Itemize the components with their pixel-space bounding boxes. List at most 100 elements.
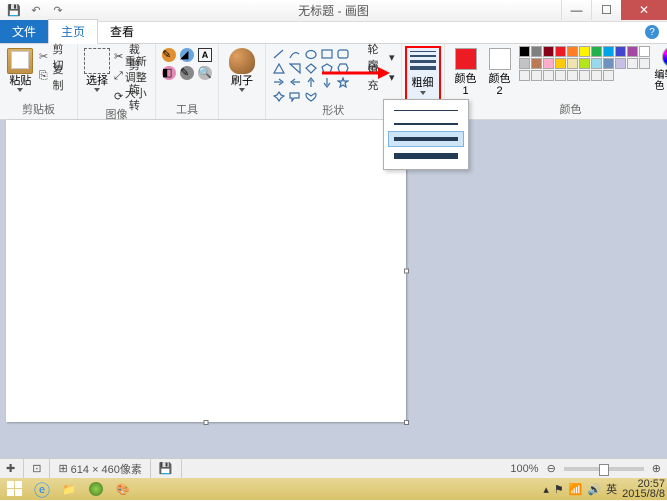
copy-icon: ⎘ [39, 70, 51, 84]
brush-button[interactable]: 刷子 [225, 46, 259, 92]
color-swatch[interactable] [519, 46, 530, 57]
color-swatch[interactable] [519, 58, 530, 69]
picker-icon[interactable]: ✎ [180, 66, 194, 80]
text-icon[interactable]: A [198, 48, 212, 62]
paste-button[interactable]: 粘贴 [6, 46, 35, 92]
magnifier-icon[interactable]: 🔍 [198, 66, 212, 80]
undo-icon[interactable]: ↶ [26, 2, 46, 20]
select-button[interactable]: 选择 [84, 46, 110, 92]
group-clipboard: 粘贴 ✂剪切 ⎘复制 剪贴板 [0, 44, 78, 119]
color-swatch[interactable] [639, 46, 650, 57]
brush-icon [229, 48, 255, 74]
color-swatch[interactable] [543, 70, 554, 81]
dims-icon: ⊞ [58, 462, 67, 475]
edit-colors-button[interactable]: 编辑颜色 [655, 46, 667, 92]
copy-button[interactable]: ⎘复制 [39, 68, 71, 86]
color-wheel-icon [662, 46, 667, 68]
workspace [0, 120, 667, 478]
close-button[interactable]: ✕ [621, 0, 667, 20]
tray-volume-icon[interactable]: 🔊 [587, 483, 601, 496]
color-swatch[interactable] [531, 58, 542, 69]
color-swatch[interactable] [543, 58, 554, 69]
help-icon[interactable]: ? [645, 25, 659, 39]
tab-file[interactable]: 文件 [0, 20, 48, 43]
pencil-icon[interactable]: ✎ [162, 48, 176, 62]
color-swatch[interactable] [627, 46, 638, 57]
rotate-icon: ⟳ [114, 90, 127, 104]
color-swatch[interactable] [603, 70, 614, 81]
color-swatch[interactable] [543, 46, 554, 57]
color-swatch[interactable] [639, 58, 650, 69]
maximize-button[interactable]: ☐ [591, 0, 621, 20]
color2-button[interactable]: 颜色 2 [485, 46, 515, 97]
zoom-value: 100% [510, 463, 538, 475]
paste-icon [7, 48, 33, 74]
color-swatch[interactable] [555, 70, 566, 81]
minimize-button[interactable]: — [561, 0, 591, 20]
color-swatch[interactable] [579, 58, 590, 69]
taskbar-app-icon[interactable] [83, 479, 109, 499]
taskbar-explorer-icon[interactable]: 📁 [56, 479, 82, 499]
canvas-dimensions: ⊞614 × 460像素 [58, 459, 150, 478]
cut-icon: ✂ [39, 50, 51, 64]
color-swatch[interactable] [555, 46, 566, 57]
save-icon[interactable]: 💾 [4, 2, 24, 20]
shapes-gallery[interactable] [272, 46, 364, 102]
redo-icon[interactable]: ↷ [48, 2, 68, 20]
resize-handle-se[interactable] [404, 420, 409, 425]
color2-swatch [489, 48, 511, 70]
size-option-8px[interactable] [388, 147, 464, 165]
size-option-1px[interactable] [388, 104, 464, 117]
color-palette[interactable] [519, 46, 651, 81]
zoom-in-button[interactable]: ⊕ [652, 462, 661, 475]
group-tools: ✎ ◢ A ◧ ✎ 🔍 工具 [156, 44, 219, 119]
color-swatch[interactable] [567, 46, 578, 57]
color-swatch[interactable] [531, 46, 542, 57]
tray-clock[interactable]: 20:57 2015/8/8 [622, 479, 665, 499]
resize-handle-s[interactable] [204, 420, 209, 425]
group-shapes: 轮廓▾ 填充▾ 形状 [266, 44, 402, 119]
ribbon: 粘贴 ✂剪切 ⎘复制 剪贴板 选择 ✂裁剪 ⤢重新调整大小 ⟳旋转 图像 [0, 44, 667, 120]
color-swatch[interactable] [567, 58, 578, 69]
rotate-button[interactable]: ⟳旋转 [114, 88, 149, 106]
quick-access-toolbar: 💾 ↶ ↷ [4, 2, 68, 20]
tray-ime[interactable]: 英 [606, 481, 617, 497]
zoom-out-button[interactable]: ⊖ [547, 462, 556, 475]
tray-flag-icon[interactable]: ⚑ [554, 483, 564, 496]
resize-handle-e[interactable] [404, 269, 409, 274]
window-controls: — ☐ ✕ [561, 0, 667, 20]
tray-up-icon[interactable]: ▴ [543, 483, 549, 496]
taskbar-paint-icon[interactable]: 🎨 [110, 479, 136, 499]
start-button[interactable] [2, 479, 28, 499]
group-image: 选择 ✂裁剪 ⤢重新调整大小 ⟳旋转 图像 [78, 44, 156, 119]
eraser-icon[interactable]: ◧ [162, 66, 176, 80]
fill-icon[interactable]: ◢ [180, 48, 194, 62]
color-swatch[interactable] [567, 70, 578, 81]
zoom-slider[interactable] [564, 467, 644, 471]
color-swatch[interactable] [615, 46, 626, 57]
shape-fill-button[interactable]: 填充▾ [368, 68, 395, 86]
size-button[interactable]: 粗细 [405, 46, 441, 102]
color-swatch[interactable] [579, 70, 590, 81]
tab-view[interactable]: 查看 [98, 20, 146, 43]
color-swatch[interactable] [603, 46, 614, 57]
taskbar-ie-icon[interactable]: ⓔ [29, 479, 55, 499]
window-title: 无标题 - 画图 [298, 2, 369, 19]
size-option-3px[interactable] [388, 117, 464, 131]
file-size: 💾 [159, 459, 182, 478]
color-swatch[interactable] [615, 58, 626, 69]
color-swatch[interactable] [519, 70, 530, 81]
color-swatch[interactable] [591, 46, 602, 57]
size-option-5px[interactable] [388, 131, 464, 147]
color-swatch[interactable] [591, 70, 602, 81]
color-swatch[interactable] [603, 58, 614, 69]
color-swatch[interactable] [579, 46, 590, 57]
select-icon [84, 48, 110, 74]
canvas[interactable] [6, 120, 406, 422]
color-swatch[interactable] [555, 58, 566, 69]
color-swatch[interactable] [591, 58, 602, 69]
color1-button[interactable]: 颜色 1 [451, 46, 481, 97]
tray-network-icon[interactable]: 📶 [569, 483, 583, 496]
color-swatch[interactable] [531, 70, 542, 81]
color-swatch[interactable] [627, 58, 638, 69]
